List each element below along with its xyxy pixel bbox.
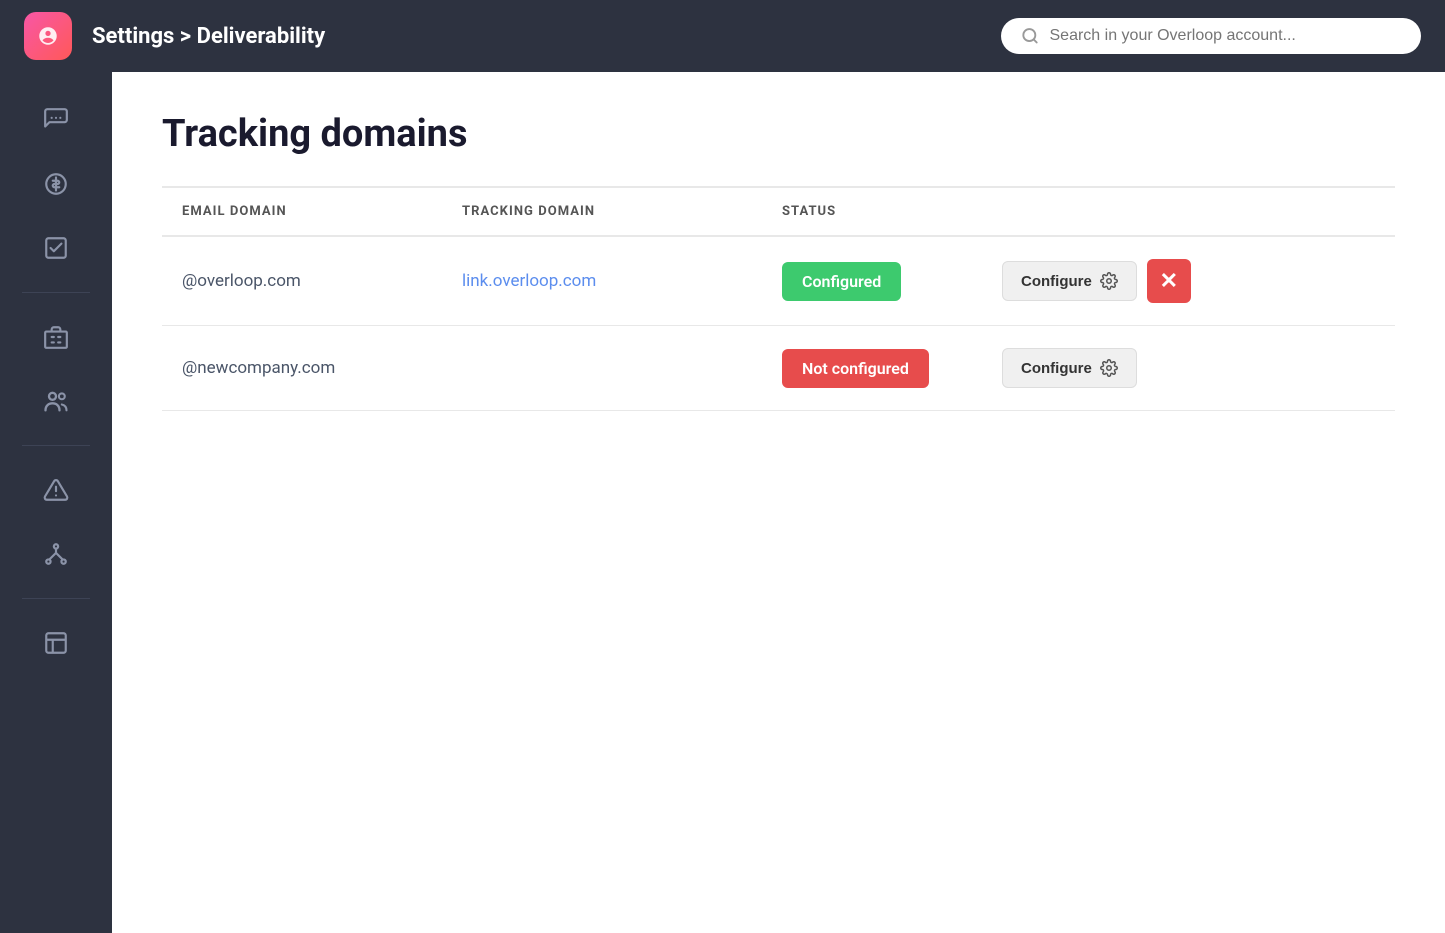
actions-cell: Configure bbox=[1002, 348, 1375, 388]
tasks-icon bbox=[43, 235, 69, 261]
configure-label: Configure bbox=[1021, 360, 1092, 377]
search-icon bbox=[1021, 26, 1040, 46]
delete-icon: ✕ bbox=[1160, 268, 1178, 294]
col-header-email: EMAIL DOMAIN bbox=[162, 187, 442, 236]
page-title: Tracking domains bbox=[162, 112, 1395, 156]
sidebar-item-contacts[interactable] bbox=[20, 373, 92, 429]
content-area: Tracking domains EMAIL DOMAIN TRACKING D… bbox=[112, 72, 1445, 933]
gear-icon bbox=[1100, 272, 1118, 290]
status-badge: Configured bbox=[782, 262, 901, 301]
sidebar-item-campaigns[interactable] bbox=[20, 462, 92, 518]
delete-button[interactable]: ✕ bbox=[1147, 259, 1191, 303]
topbar: Settings > Deliverability bbox=[0, 0, 1445, 72]
sidebar-item-conversations[interactable] bbox=[20, 92, 92, 148]
sidebar-divider-3 bbox=[22, 598, 89, 599]
sidebar-item-analytics[interactable] bbox=[20, 615, 92, 671]
sidebar-item-tasks[interactable] bbox=[20, 220, 92, 276]
app-logo[interactable] bbox=[24, 12, 72, 60]
col-header-status: STATUS bbox=[762, 187, 982, 236]
sidebar-divider-1 bbox=[22, 292, 89, 293]
breadcrumb: Settings > Deliverability bbox=[92, 24, 981, 49]
tracking-domain-link[interactable]: link.overloop.com bbox=[462, 271, 596, 291]
email-domain-value: @newcompany.com bbox=[182, 358, 335, 378]
sidebar-divider-2 bbox=[22, 445, 89, 446]
analytics-icon bbox=[43, 630, 69, 656]
table-header-row: EMAIL DOMAIN TRACKING DOMAIN STATUS bbox=[162, 187, 1395, 236]
status-badge: Not configured bbox=[782, 349, 929, 388]
sidebar bbox=[0, 72, 112, 933]
sidebar-item-integrations[interactable] bbox=[20, 526, 92, 582]
revenue-icon bbox=[43, 171, 69, 197]
col-header-tracking: TRACKING DOMAIN bbox=[442, 187, 762, 236]
sidebar-item-revenue[interactable] bbox=[20, 156, 92, 212]
domains-table: EMAIL DOMAIN TRACKING DOMAIN STATUS @ove… bbox=[162, 186, 1395, 411]
configure-button[interactable]: Configure bbox=[1002, 348, 1137, 388]
email-domain-value: @overloop.com bbox=[182, 271, 301, 291]
contacts-icon bbox=[42, 387, 70, 415]
campaigns-icon bbox=[43, 477, 69, 503]
configure-label: Configure bbox=[1021, 273, 1092, 290]
gear-icon bbox=[1100, 359, 1118, 377]
conversations-icon bbox=[43, 107, 69, 133]
actions-cell: Configure ✕ bbox=[1002, 259, 1375, 303]
configure-button[interactable]: Configure bbox=[1002, 261, 1137, 301]
company-icon bbox=[43, 324, 69, 350]
integrations-icon bbox=[43, 541, 69, 567]
search-input[interactable] bbox=[1050, 27, 1402, 45]
col-header-actions bbox=[982, 187, 1395, 236]
table-row: @newcompany.com Not configured Configure bbox=[162, 326, 1395, 411]
search-bar[interactable] bbox=[1001, 18, 1421, 54]
sidebar-item-company[interactable] bbox=[20, 309, 92, 365]
main-layout: Tracking domains EMAIL DOMAIN TRACKING D… bbox=[0, 72, 1445, 933]
table-row: @overloop.com link.overloop.com Configured… bbox=[162, 236, 1395, 326]
